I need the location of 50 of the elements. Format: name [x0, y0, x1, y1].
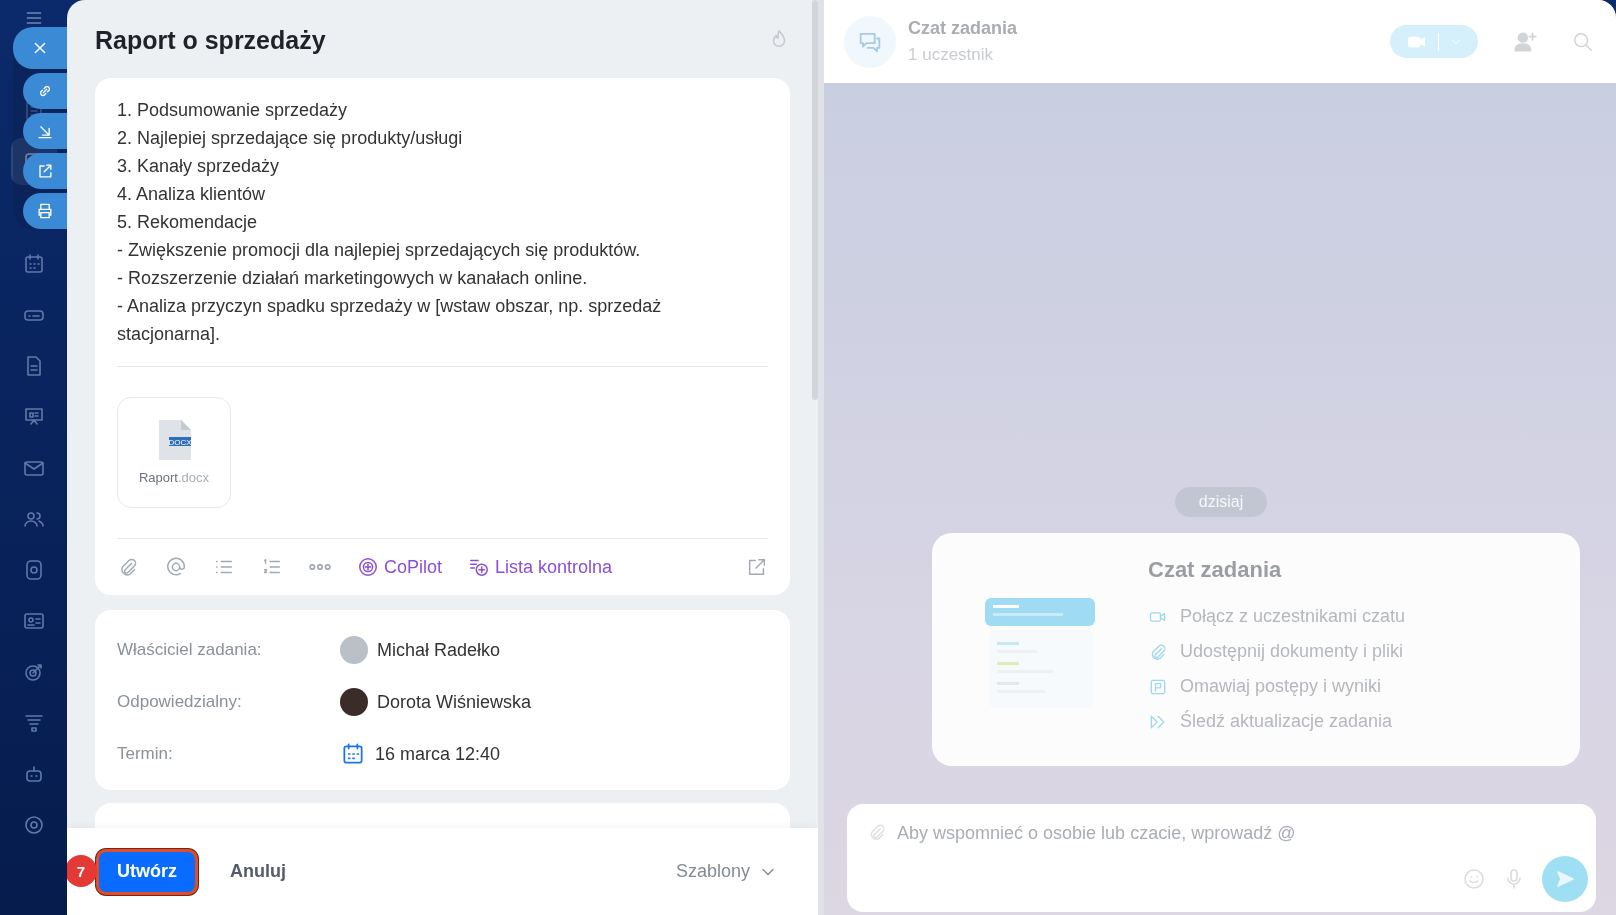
external-link-icon	[746, 556, 768, 578]
mention-icon	[165, 556, 187, 578]
checklist-button[interactable]: Lista kontrolna	[468, 556, 613, 578]
file-name: Raport.docx	[138, 470, 210, 485]
description-line: 1. Podsumowanie sprzedaży	[117, 99, 349, 122]
download-button[interactable]	[23, 113, 67, 149]
more-icon	[309, 563, 331, 571]
close-button[interactable]	[13, 27, 67, 69]
description-line: 3. Kanały sprzedaży	[117, 155, 281, 178]
chat-title: Czat zadania	[908, 18, 1018, 39]
field-label: Termin:	[117, 744, 174, 764]
more-button[interactable]	[309, 563, 331, 571]
description-line: 2. Najlepiej sprzedające się produkty/usługi	[117, 127, 464, 150]
field-label: Właściciel zadania:	[117, 640, 263, 660]
task-title: Raport o sprzedaży	[95, 24, 326, 55]
expand-editor-button[interactable]	[746, 556, 768, 578]
create-button[interactable]: Utwórz	[96, 848, 198, 895]
description-line: - Rozszerzenie działań marketingowych w kanałach online.	[117, 267, 589, 290]
calendar-icon	[340, 741, 366, 767]
feature-text: Udostępnij dokumenty i pliki	[1180, 641, 1404, 662]
search-button[interactable]	[1572, 30, 1594, 53]
deadline-value[interactable]: 16 marca 12:40	[375, 743, 501, 765]
field-label: Odpowiedzialny:	[117, 692, 243, 712]
attachment-tile[interactable]: DOCX Raport.docx	[117, 397, 231, 508]
templates-dropdown[interactable]: Szablony	[675, 861, 778, 882]
feature-text: Połącz z uczestnikami czatu	[1180, 606, 1406, 627]
avatar	[340, 636, 368, 664]
feature-text: Śledź aktualizacje zadania	[1180, 711, 1393, 732]
search-icon	[1572, 30, 1594, 53]
print-button[interactable]	[23, 193, 67, 229]
copilot-button[interactable]: CoPilot	[357, 556, 443, 578]
message-input[interactable]: Aby wspomnieć o osobie lub czacie, wprowadź @	[895, 822, 1584, 845]
description-line: 5. Rekomendacje	[117, 211, 259, 234]
person-name[interactable]: Michał Radełko	[377, 639, 501, 661]
send-button[interactable]	[1542, 856, 1588, 902]
mention-button[interactable]	[165, 556, 187, 578]
person-name[interactable]: Dorota Wiśniewska	[377, 691, 532, 713]
cancel-button[interactable]: Anuluj	[226, 857, 290, 886]
message-composer[interactable]: Aby wspomnieć o osobie lub czacie, wprowadź @	[847, 804, 1596, 912]
welcome-title: Czat zadania	[1148, 557, 1283, 583]
description-line: - Zwiększenie promocji dla najlepiej sprzedających się produktów.	[117, 239, 642, 262]
document-file-icon: DOCX	[157, 420, 191, 460]
avatar	[340, 688, 368, 716]
sparkle-circle-icon	[357, 556, 379, 578]
feature-text: Omawiaj postępy i wyniki	[1180, 676, 1382, 697]
copy-link-button[interactable]	[23, 73, 67, 109]
description-line: 4. Analiza klientów	[117, 183, 267, 206]
step-badge: 7	[67, 855, 97, 887]
open-in-new-window-button[interactable]	[23, 153, 67, 189]
description-line: - Analiza przyczyn spadku sprzedaży w [wstaw obszar, np. sprzedaż stacjonarna].	[117, 295, 663, 346]
